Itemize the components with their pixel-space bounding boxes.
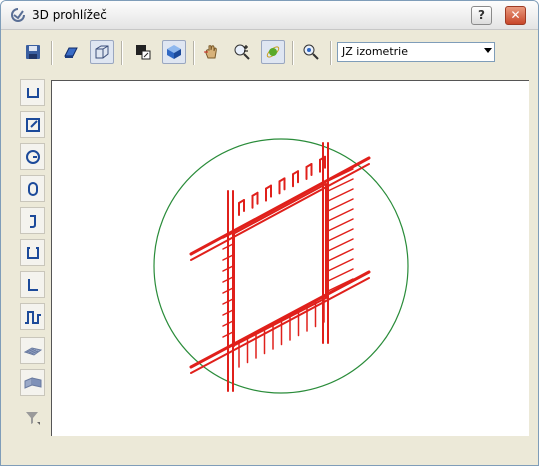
bottom-long-bar [190, 277, 370, 374]
app-icon [11, 8, 25, 22]
3d-viewport[interactable] [51, 80, 529, 436]
main-toolbar: JZ izometrie [1, 30, 538, 74]
tick [327, 248, 354, 262]
shape-j-icon[interactable] [20, 207, 45, 234]
zoom-window-icon[interactable] [299, 40, 323, 64]
hidden-lines-icon[interactable] [131, 40, 155, 64]
tick [327, 238, 354, 252]
help-button[interactable]: ? [471, 6, 492, 25]
rotate-view-icon[interactable] [59, 40, 83, 64]
shape-l-icon[interactable] [20, 271, 45, 298]
bounding-circle [153, 138, 409, 394]
close-button[interactable]: ✕ [505, 6, 526, 25]
viewer-window: 3D prohlížeč ? ✕ JZ izometrie [0, 0, 539, 466]
view-preset-value: JZ izometrie [342, 45, 408, 58]
shape-zigzag-icon[interactable] [20, 303, 45, 330]
title-bar: 3D prohlížeč ? ✕ [1, 1, 538, 30]
shape-u-icon[interactable] [20, 79, 45, 106]
tick [327, 218, 354, 232]
tick [327, 258, 354, 272]
wireframe-box-icon[interactable] [90, 40, 114, 64]
mesh-bent-icon[interactable] [20, 369, 45, 396]
shape-stadium-icon[interactable] [20, 175, 45, 202]
hand-pan-icon[interactable] [199, 40, 223, 64]
chevron-down-icon [484, 48, 492, 53]
shape-open-rect-icon[interactable] [20, 239, 45, 266]
tick [327, 268, 354, 282]
orbit-icon[interactable] [261, 40, 285, 64]
tick [327, 228, 354, 242]
bottom-long-bar [189, 270, 371, 369]
zoom-plus-minus-icon[interactable] [230, 40, 254, 64]
shape-rect-hook-icon[interactable] [20, 111, 45, 138]
shape-circle-icon[interactable] [20, 143, 45, 170]
mesh-flat-icon[interactable] [20, 337, 45, 364]
view-preset-select[interactable]: JZ izometrie [337, 42, 495, 62]
top-long-bar [190, 163, 370, 261]
save-icon[interactable] [21, 40, 45, 64]
tick [327, 198, 354, 212]
top-long-bar [189, 156, 371, 256]
shaded-solid-icon[interactable] [162, 40, 186, 64]
tick [327, 208, 354, 222]
window-title: 3D prohlížeč [32, 8, 107, 22]
shape-toolbar [1, 74, 48, 465]
tick [327, 188, 354, 202]
filter-icon[interactable] [20, 404, 45, 431]
rebar-cage-model [153, 138, 409, 394]
